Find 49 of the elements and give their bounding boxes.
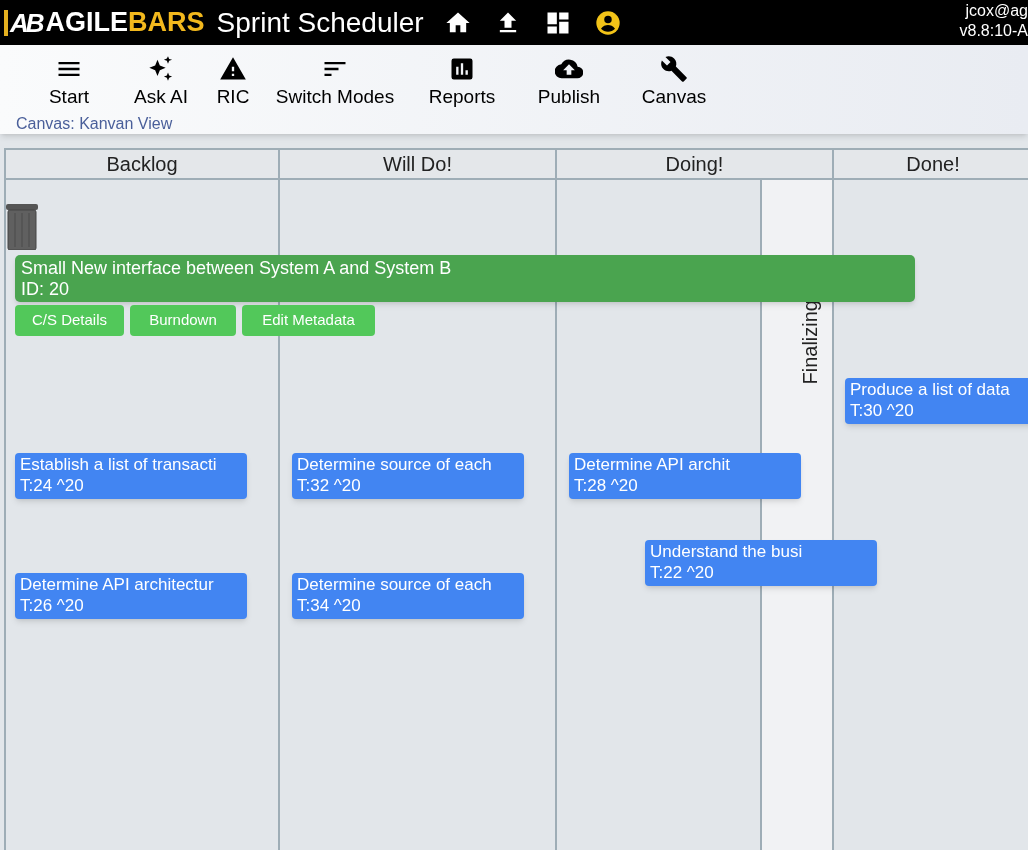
task-title: Establish a list of transacti [20,454,218,475]
task-tag: T:24 ^20 [20,475,242,496]
toolbar-button[interactable]: Publish [514,55,624,109]
task-tag: T:28 ^20 [574,475,796,496]
app-title: Sprint Scheduler [216,8,424,37]
logo-text: AGILEBARS [45,9,205,36]
task-tag: T:32 ^20 [297,475,519,496]
task-title: Produce a list of data [850,379,1011,400]
task-card[interactable]: Determine source of each T:32 ^20 [292,453,524,499]
column-header: Will Do! [280,148,555,180]
task-tag: T:22 ^20 [650,562,872,583]
task-title: Determine API architectur [20,574,215,595]
toolbar-button[interactable]: Switch Modes [260,55,410,109]
logo-mark: AB [4,9,42,36]
toolbar-button[interactable]: RIC [208,55,258,109]
task-card[interactable]: Understand the busi T:22 ^20 [645,540,877,586]
toolbar-button[interactable]: Canvas [626,55,722,109]
task-title: Determine source of each [297,454,493,475]
user-icon[interactable] [593,8,622,37]
user-email: jcox@ag [965,1,1028,21]
toolbar-button[interactable]: Reports [412,55,512,109]
task-card[interactable]: Determine API architectur T:26 ^20 [15,573,247,619]
task-tag: T:26 ^20 [20,595,242,616]
task-title: Understand the busi [650,541,804,562]
task-card[interactable]: Determine source of each T:34 ^20 [292,573,524,619]
task-tag: T:30 ^20 [850,400,1028,421]
feature-action-button[interactable]: Edit Metadata [242,305,375,336]
lane-label: Finalizing [798,300,822,385]
column-header: Backlog [6,148,278,180]
column-header: Doing! [557,148,832,180]
feature-id: ID: 20 [21,278,71,300]
wrench-icon [660,55,688,83]
feature-title: Small New interface between System A and System B [21,257,453,279]
column-header: Done! [834,148,1028,180]
task-card[interactable]: Produce a list of data T:30 ^20 [845,378,1028,424]
task-tag: T:34 ^20 [297,595,519,616]
feature-action-button[interactable]: Burndown [130,305,236,336]
trash-icon[interactable] [6,204,38,250]
toolbar-button[interactable]: Start [24,55,114,109]
task-card[interactable]: Determine API archit T:28 ^20 [569,453,801,499]
feature-action-button[interactable]: C/S Details [15,305,124,336]
version-label: v8.8:10-A [959,21,1028,41]
feature-card[interactable]: Small New interface between System A and System B ID: 20 [15,255,915,302]
task-card[interactable]: Establish a list of transacti T:24 ^20 [15,453,247,499]
task-title: Determine API archit [574,454,731,475]
toolbar-button[interactable]: Ask AI [116,55,206,109]
canvas-view-label: Canvas: Kanvan View [16,114,173,134]
task-title: Determine source of each [297,574,493,595]
warning-icon [219,55,247,83]
